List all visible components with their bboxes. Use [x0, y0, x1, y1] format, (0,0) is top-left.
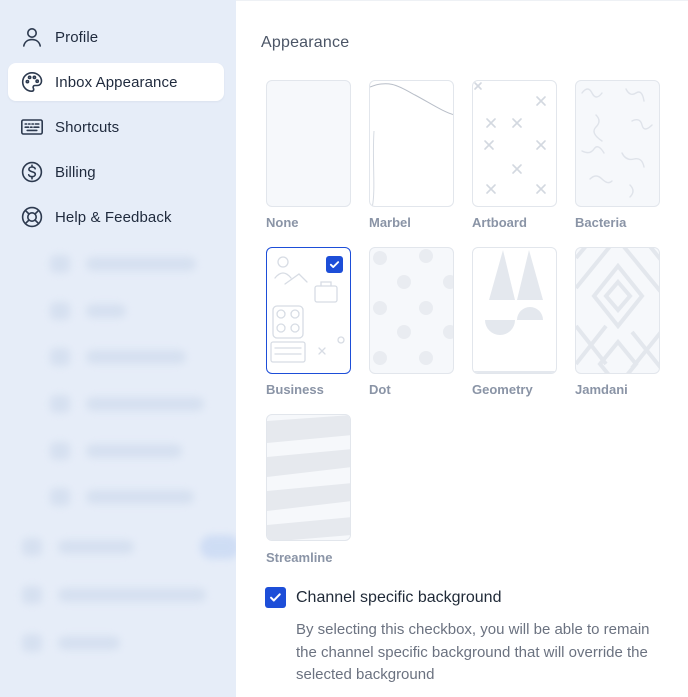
- selected-check-icon: [326, 256, 343, 273]
- background-option-label: Artboard: [472, 215, 527, 230]
- sidebar-item-shortcuts[interactable]: Shortcuts: [8, 108, 224, 146]
- section-title: Appearance: [261, 34, 350, 51]
- keyboard-icon: [20, 119, 43, 135]
- background-option-label: Bacteria: [575, 215, 627, 230]
- background-option-business[interactable]: [266, 247, 351, 374]
- sidebar-item-label: Shortcuts: [55, 118, 120, 136]
- sidebar-item-inbox-appearance[interactable]: Inbox Appearance: [8, 63, 224, 101]
- palette-icon: [21, 71, 43, 93]
- background-option-geometry[interactable]: [472, 247, 557, 374]
- background-option-label: Marbel: [369, 215, 411, 230]
- background-option-label: Business: [266, 382, 324, 397]
- dot-pattern: [373, 249, 453, 365]
- dollar-circle-icon: [21, 161, 43, 183]
- streamline-pattern: [267, 415, 350, 540]
- jamdani-pattern: [576, 248, 659, 373]
- checkbox-description: By selecting this checkbox, you will be …: [296, 621, 650, 683]
- background-option-marbel[interactable]: [369, 80, 454, 207]
- checkbox-checked-icon[interactable]: [265, 587, 286, 608]
- background-option-none[interactable]: [266, 80, 351, 207]
- sidebar-item-label: Inbox Appearance: [55, 73, 178, 91]
- sidebar-item-billing[interactable]: Billing: [8, 153, 224, 191]
- sidebar-item-label: Profile: [55, 28, 99, 46]
- user-icon: [23, 28, 41, 47]
- background-option-bacteria[interactable]: [575, 80, 660, 207]
- geometry-pattern: [473, 250, 556, 373]
- sidebar: Profile Inbox Appearance Shortcuts Billi…: [0, 0, 236, 697]
- background-option-artboard[interactable]: [472, 80, 557, 207]
- background-option-dot[interactable]: [369, 247, 454, 374]
- bacteria-pattern: [581, 88, 653, 198]
- sidebar-item-label: Billing: [55, 163, 96, 181]
- artboard-pattern: [474, 82, 546, 194]
- lifebuoy-icon: [21, 206, 43, 228]
- divider: [236, 0, 688, 1]
- sidebar-item-help-feedback[interactable]: Help & Feedback: [8, 198, 224, 236]
- background-option-jamdani[interactable]: [575, 247, 660, 374]
- marbel-pattern: [370, 83, 453, 206]
- background-option-streamline[interactable]: [266, 414, 351, 541]
- settings-nav: Profile Inbox Appearance Shortcuts Billi…: [8, 18, 224, 243]
- background-option-label: Geometry: [472, 382, 533, 397]
- sidebar-item-profile[interactable]: Profile: [8, 18, 224, 56]
- background-option-label: None: [266, 215, 299, 230]
- background-option-label: Dot: [369, 382, 391, 397]
- appearance-panel: Appearance None Marbel Artboard Bacteria: [236, 0, 688, 697]
- sidebar-item-label: Help & Feedback: [55, 208, 172, 226]
- background-option-label: Streamline: [266, 550, 333, 565]
- channel-background-checkbox[interactable]: Channel specific background: [265, 587, 501, 608]
- checkbox-label: Channel specific background: [296, 588, 502, 606]
- background-option-label: Jamdani: [575, 382, 628, 397]
